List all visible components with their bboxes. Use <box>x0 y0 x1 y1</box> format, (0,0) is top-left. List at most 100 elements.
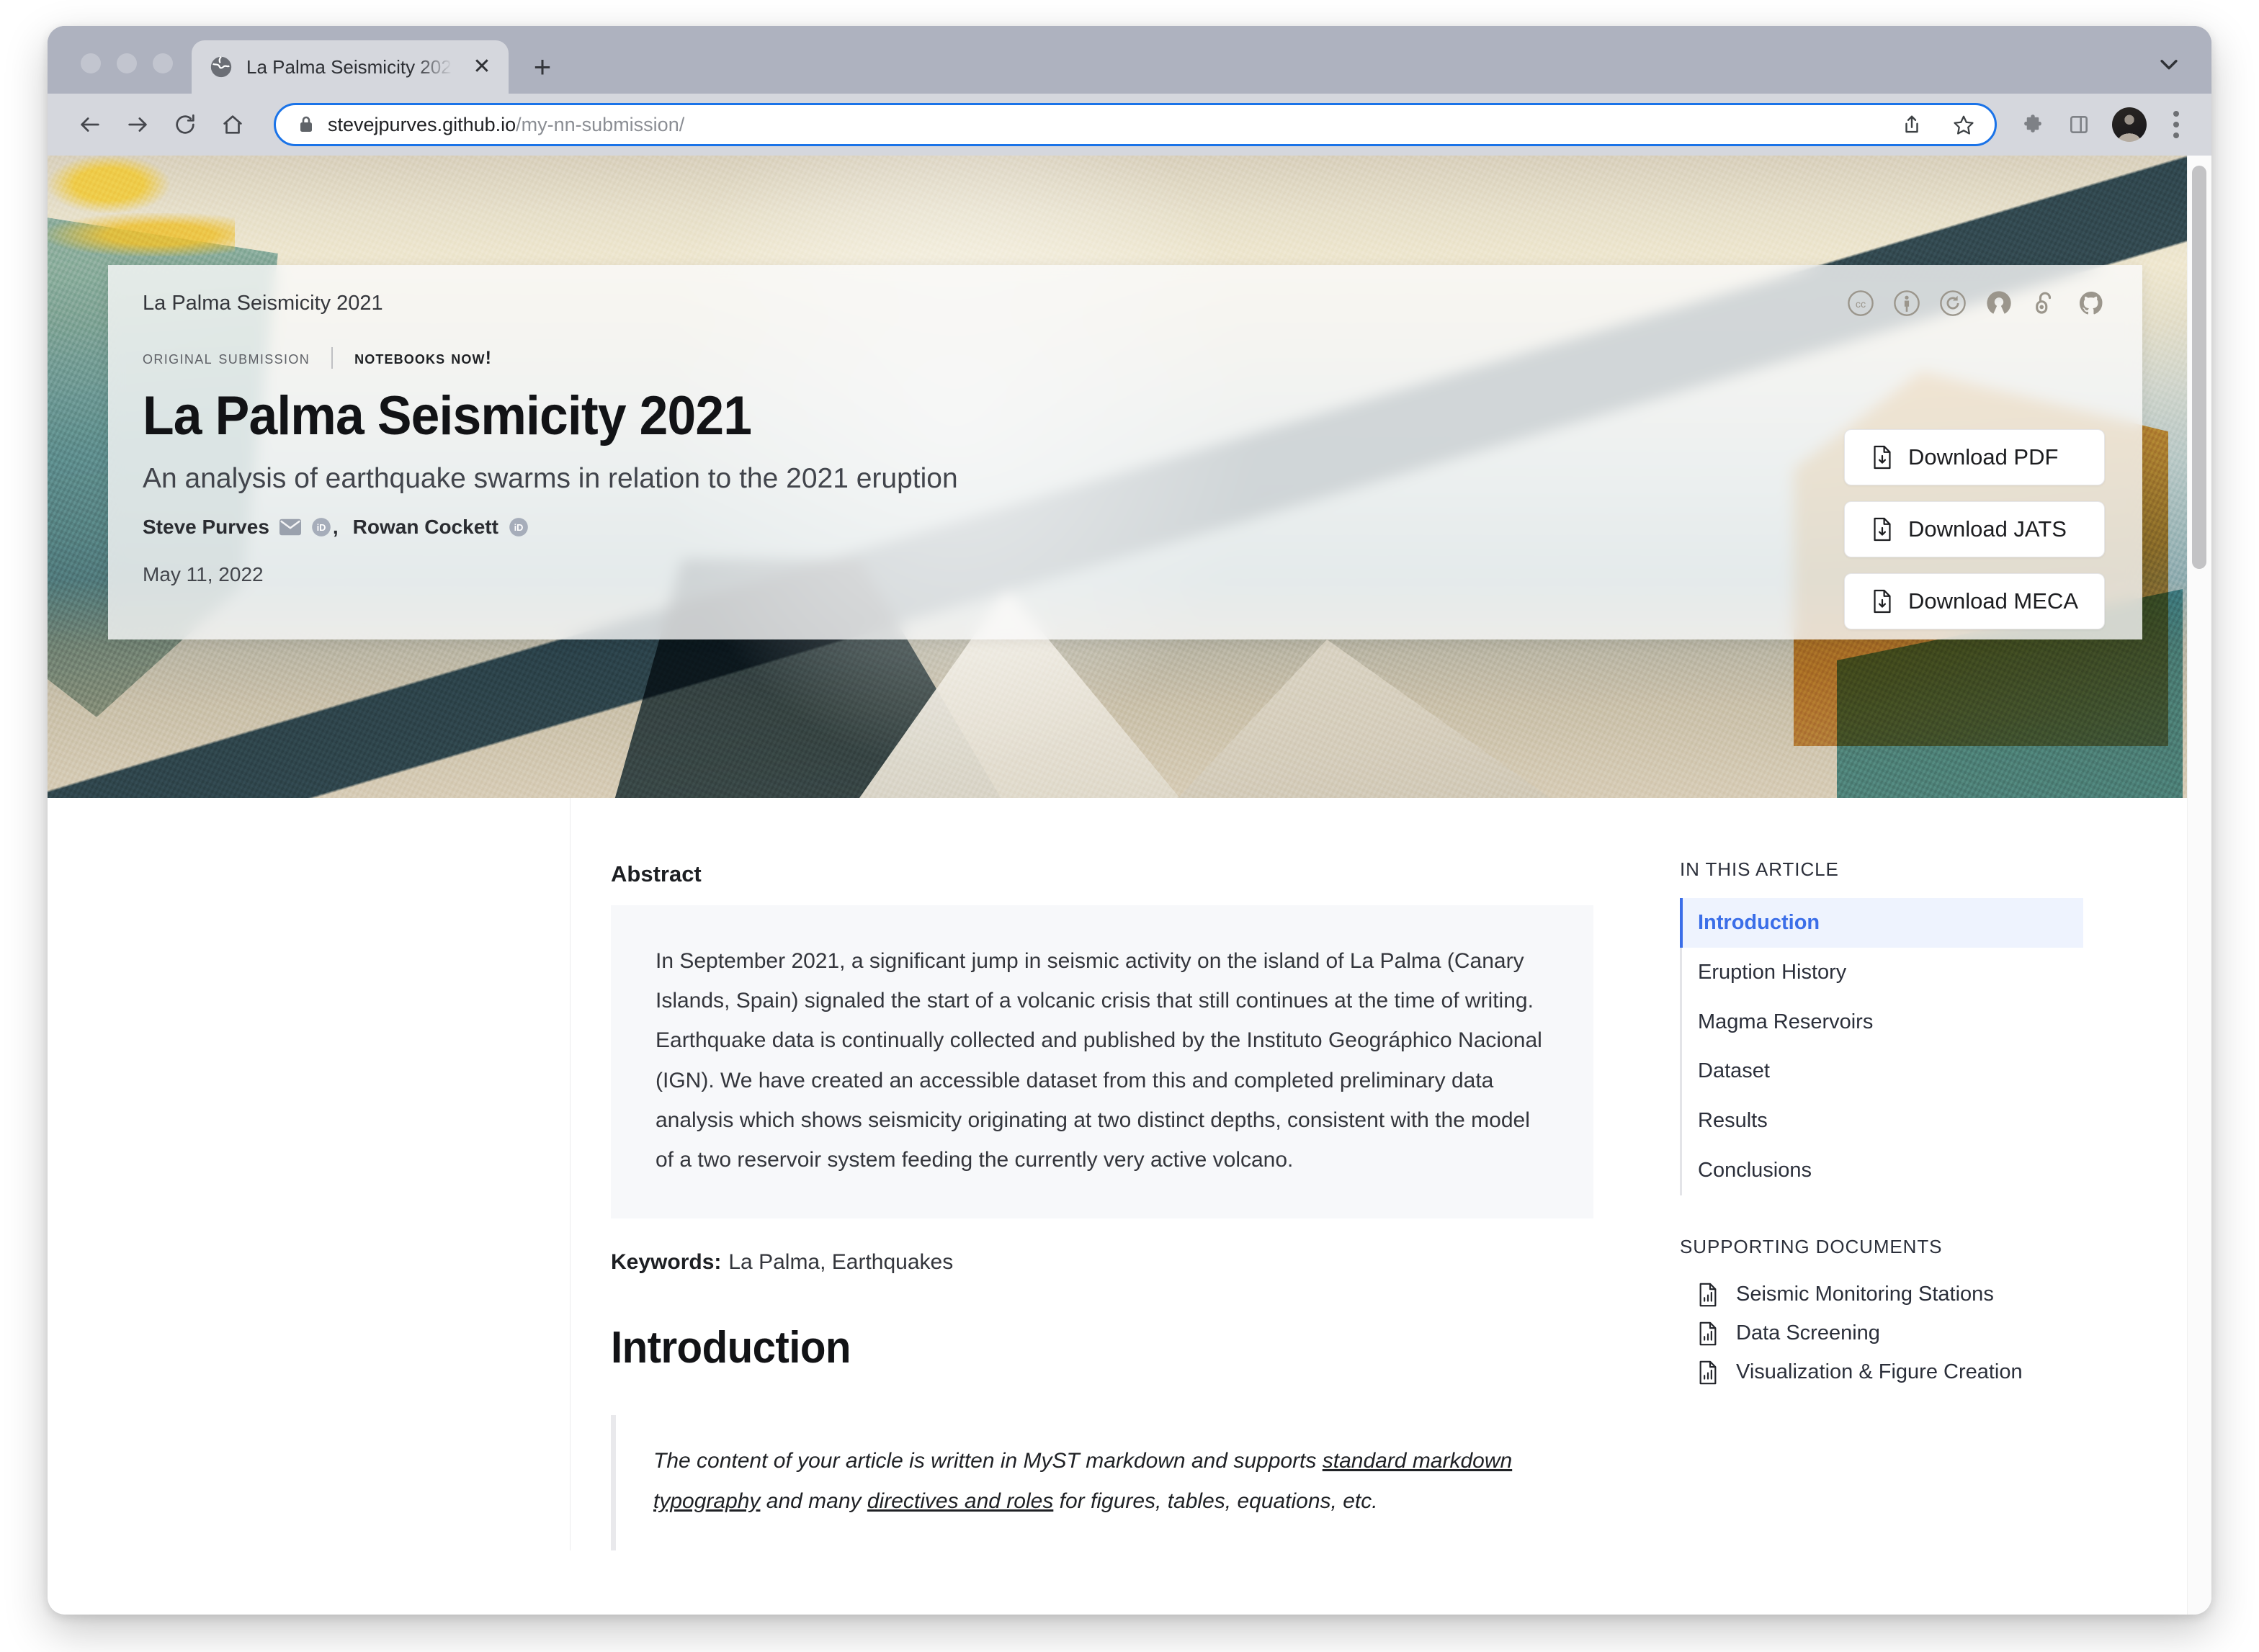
toc-item-results[interactable]: Results <box>1682 1096 2083 1146</box>
toc-item-dataset[interactable]: Dataset <box>1682 1046 2083 1096</box>
hero-banner-image: La Palma Seismicity 2021 cc original sub… <box>48 156 2211 798</box>
site-title[interactable]: La Palma Seismicity 2021 <box>143 292 383 315</box>
star-icon <box>1954 115 1974 135</box>
toc-item-magma-reservoirs[interactable]: Magma Reservoirs <box>1682 997 2083 1047</box>
download-meca-button[interactable]: Download MECA <box>1843 573 2105 629</box>
home-button[interactable] <box>212 104 254 145</box>
notebook-file-icon <box>1699 1283 1717 1307</box>
page-title: La Palma Seismicity 2021 <box>143 385 752 446</box>
puzzle-piece-icon <box>2024 115 2041 133</box>
download-jats-button[interactable]: Download JATS <box>1843 501 2105 557</box>
intro-blockquote: The content of your article is written i… <box>611 1415 1593 1550</box>
file-download-icon <box>1874 445 1891 470</box>
cc-sa-icon[interactable] <box>1939 289 1967 317</box>
share-button[interactable] <box>1892 105 1931 144</box>
download-jats-label: Download JATS <box>1907 516 2067 542</box>
page-viewport: La Palma Seismicity 2021 cc original sub… <box>48 156 2211 1615</box>
left-gutter <box>48 798 571 1550</box>
author-name[interactable]: Steve Purves <box>143 516 269 539</box>
file-download-icon <box>1874 517 1891 542</box>
orcid-icon[interactable]: iD <box>311 517 331 537</box>
address-bar[interactable]: stevejpurves.github.io/my-nn-submission/ <box>274 103 1997 146</box>
scrollbar-thumb[interactable] <box>2192 166 2206 569</box>
article-card-body: Original Submission Notebooks Now! La Pa… <box>108 336 2142 639</box>
browser-tab[interactable]: La Palma Seismicity 2021 - La P ✕ <box>192 40 509 94</box>
download-button-group: Download PDF Download JATS Download MECA <box>1843 429 2105 629</box>
keywords-value: La Palma, Earthquakes <box>728 1250 954 1275</box>
close-icon[interactable]: ✕ <box>470 55 494 79</box>
abstract-text: In September 2021, a significant jump in… <box>656 949 1542 1172</box>
page-scrollbar[interactable] <box>2187 156 2211 1615</box>
envelope-icon[interactable] <box>279 516 301 538</box>
supporting-doc-visualization-figure-creation[interactable]: Visualization & Figure Creation <box>1680 1353 2083 1392</box>
article-sidebar: IN THIS ARTICLE Introduction Eruption Hi… <box>1651 798 2112 1550</box>
side-panel-icon <box>2070 116 2088 133</box>
notebook-file-icon <box>1699 1360 1717 1385</box>
download-meca-label: Download MECA <box>1907 588 2078 614</box>
article-body-column: Abstract In September 2021, a significan… <box>571 798 1651 1550</box>
file-download-icon <box>1874 589 1891 614</box>
toc-item-conclusions[interactable]: Conclusions <box>1682 1146 2083 1195</box>
author-name[interactable]: Rowan Cockett <box>353 516 498 539</box>
orcid-icon[interactable]: iD <box>509 517 529 537</box>
download-pdf-label: Download PDF <box>1907 444 2059 470</box>
author-list: Steve Purves iD , Rowan Cockett iD <box>143 516 2105 539</box>
bq-part-2: and many <box>760 1489 867 1513</box>
new-tab-button[interactable]: + <box>517 40 568 94</box>
keywords-row: Keywords: La Palma, Earthquakes <box>611 1250 1593 1275</box>
reload-button[interactable] <box>164 104 206 145</box>
chevron-down-icon[interactable] <box>2157 52 2181 76</box>
abstract-box: In September 2021, a significant jump in… <box>611 905 1593 1219</box>
share-icon <box>1905 115 1918 133</box>
supporting-documents-list: Seismic Monitoring Stations Data Screeni… <box>1680 1275 2083 1392</box>
svg-text:iD: iD <box>514 523 524 534</box>
arrow-left-icon <box>81 117 99 132</box>
abstract-label: Abstract <box>611 861 702 886</box>
bq-part-1: The content of your article is written i… <box>653 1449 1323 1473</box>
browser-window: La Palma Seismicity 2021 - La P ✕ + <box>48 26 2211 1615</box>
article-card-topbar: La Palma Seismicity 2021 cc <box>108 265 2142 336</box>
open-access-icon[interactable] <box>2031 289 2059 317</box>
cc-by-icon[interactable] <box>1893 289 1920 317</box>
close-window-button[interactable] <box>81 53 101 73</box>
download-pdf-button[interactable]: Download PDF <box>1843 429 2105 485</box>
section-heading-introduction: Introduction <box>611 1323 851 1373</box>
home-icon <box>223 115 242 134</box>
reload-icon <box>176 114 194 134</box>
side-panel-button[interactable] <box>2059 104 2099 145</box>
window-traffic-lights <box>68 53 192 94</box>
github-icon[interactable] <box>2077 289 2105 317</box>
back-button[interactable] <box>69 104 111 145</box>
tab-title: La Palma Seismicity 2021 - La P <box>246 55 457 78</box>
maximize-window-button[interactable] <box>153 53 173 73</box>
open-source-initiative-icon[interactable] <box>1985 289 2013 317</box>
creative-commons-icon[interactable]: cc <box>1847 289 1874 317</box>
browser-tab-strip: La Palma Seismicity 2021 - La P ✕ + <box>48 26 2211 94</box>
url-path: /my-nn-submission/ <box>516 113 685 135</box>
toc-item-eruption-history[interactable]: Eruption History <box>1682 948 2083 997</box>
supporting-doc-seismic-monitoring-stations[interactable]: Seismic Monitoring Stations <box>1680 1275 2083 1314</box>
keywords-label: Keywords: <box>611 1250 722 1275</box>
globe-icon <box>210 56 232 78</box>
license-badge-row: cc <box>1847 289 2105 317</box>
supporting-doc-label: Data Screening <box>1736 1321 1880 1345</box>
browser-toolbar: stevejpurves.github.io/my-nn-submission/ <box>48 94 2211 156</box>
article-header-card: La Palma Seismicity 2021 cc original sub… <box>108 265 2142 640</box>
page-subtitle: An analysis of earthquake swarms in rela… <box>143 462 958 494</box>
supporting-doc-data-screening[interactable]: Data Screening <box>1680 1314 2083 1353</box>
kebab-menu-icon[interactable] <box>2160 104 2193 145</box>
extensions-button[interactable] <box>2013 104 2053 145</box>
minimize-window-button[interactable] <box>117 53 137 73</box>
submission-kicker: Original Submission Notebooks Now! <box>143 347 2105 369</box>
author-separator: , <box>332 516 339 539</box>
toc-item-introduction[interactable]: Introduction <box>1680 898 2083 948</box>
avatar[interactable] <box>2112 107 2147 142</box>
forward-button[interactable] <box>117 104 158 145</box>
desktop-background: La Palma Seismicity 2021 - La P ✕ + <box>0 0 2259 1652</box>
kicker-original-submission: Original Submission <box>143 347 310 368</box>
directives-and-roles-link[interactable]: directives and roles <box>867 1489 1053 1513</box>
table-of-contents: Introduction Eruption History Magma Rese… <box>1680 898 2083 1195</box>
bookmark-button[interactable] <box>1944 105 1983 144</box>
svg-text:iD: iD <box>316 523 326 534</box>
url-host: stevejpurves.github.io <box>328 113 516 135</box>
